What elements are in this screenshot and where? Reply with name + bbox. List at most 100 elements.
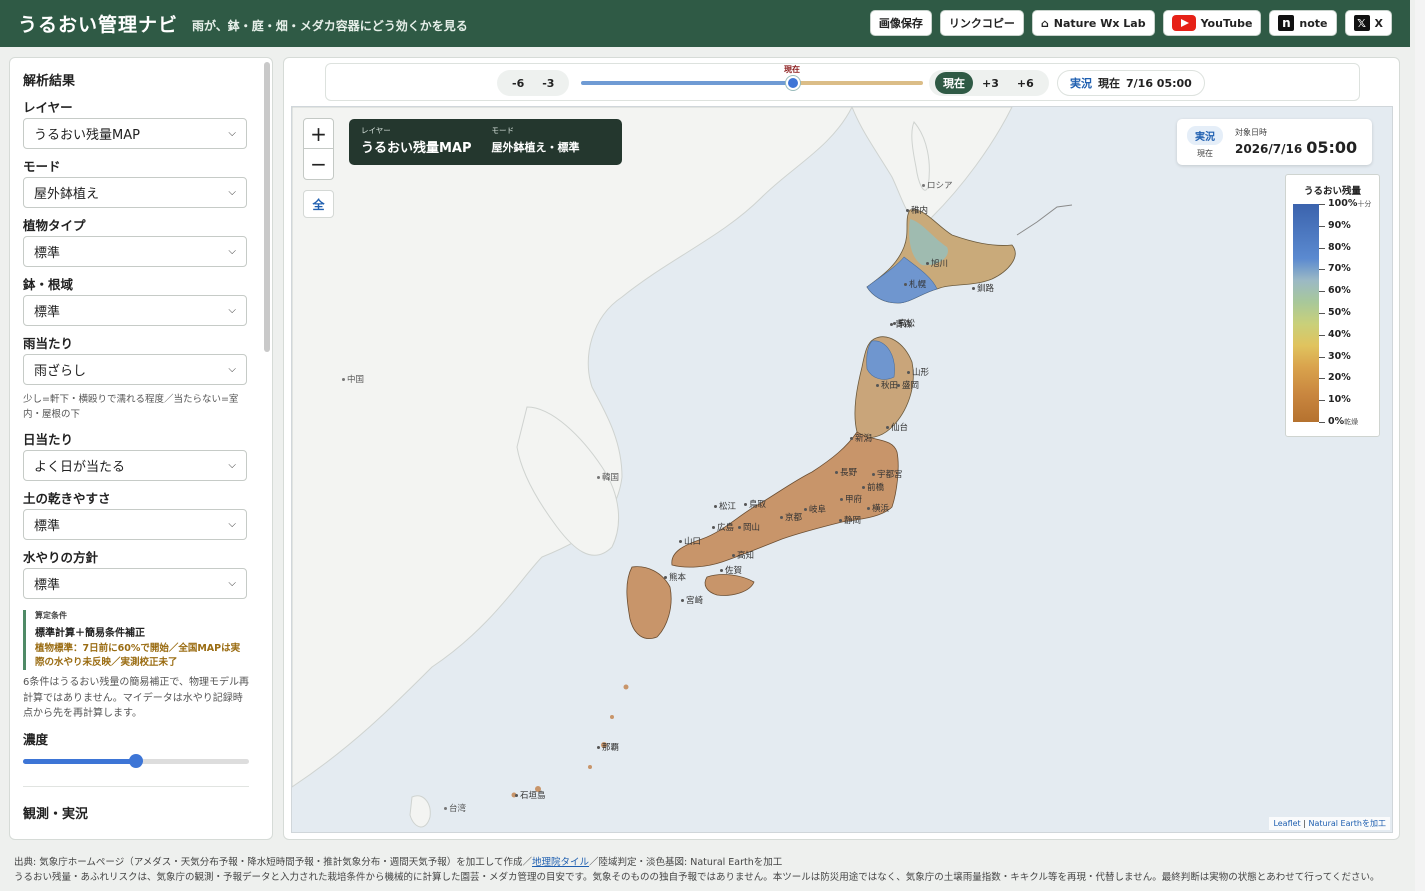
target-date-value: 2026/7/16 [1235, 142, 1303, 156]
legend-item-label: 80% [1328, 241, 1351, 253]
russia-landmass [851, 107, 1013, 224]
time-bar: -6 -3 現在 現在 +3 +6 実況 現在 7/16 05:00 [325, 63, 1360, 101]
sidebar-divider [23, 785, 249, 787]
mode-select[interactable]: 屋外鉢植え ⌵ [23, 177, 247, 208]
footer-source-b: ／陸域判定・淡色基図: Natural Earthを加工 [589, 857, 783, 868]
city-label: 甲府 [840, 493, 862, 505]
city-label: 石垣島 [515, 789, 546, 801]
chevron-down-icon: ⌵ [228, 246, 236, 257]
legend-item-label: 10% [1328, 394, 1351, 406]
time-status: 実況 現在 7/16 05:00 [1057, 70, 1205, 96]
home-icon: ⌂ [1040, 16, 1049, 30]
x-label: X [1374, 16, 1383, 30]
legend-item: 90% [1328, 220, 1351, 231]
time-back-group: -6 -3 [497, 70, 570, 96]
kuril-islands [1016, 204, 1073, 236]
chevron-down-icon: ⌵ [228, 187, 236, 198]
time-slider-past [581, 81, 794, 85]
time-slider-handle[interactable] [786, 76, 801, 90]
city-label: 長野 [835, 466, 857, 478]
pot-select[interactable]: 標準 ⌵ [23, 295, 247, 326]
app-header: うるおい管理ナビ 雨が、鉢・庭・畑・メダカ容器にどう効くかを見る 画像保存 リン… [0, 0, 1410, 47]
density-slider[interactable] [23, 753, 249, 768]
note-icon: n [1278, 15, 1295, 31]
page-scrollbar[interactable] [1415, 0, 1425, 891]
soil-dryness-select-value: 標準 [34, 519, 61, 534]
city-label: 札幌 [904, 278, 926, 290]
youtube-label: YouTube [1200, 16, 1253, 30]
plant-type-select[interactable]: 標準 ⌵ [23, 236, 247, 267]
city-label: 旭川 [926, 257, 948, 269]
plant-type-label: 植物タイプ [23, 218, 86, 233]
sidebar-scrollbar[interactable] [264, 62, 270, 352]
time-minus-3-button[interactable]: -3 [533, 77, 563, 90]
layer-select-value: うるおい残量MAP [34, 128, 140, 143]
youtube-button[interactable]: YouTube [1162, 10, 1262, 36]
leaflet-link[interactable]: Leaflet [1273, 819, 1300, 828]
footer-source-a: 出典: 気象庁ホームページ（アメダス・天気分布予報・降水短時間予報・推計気象分布… [14, 857, 532, 868]
watering-policy-select[interactable]: 標準 ⌵ [23, 568, 247, 599]
soil-dryness-label: 土の乾きやすさ [23, 491, 111, 506]
nature-wx-lab-button[interactable]: ⌂ Nature Wx Lab [1031, 10, 1155, 36]
sidebar: 解析結果 レイヤー うるおい残量MAP ⌵ モード 屋外鉢植え ⌵ 植物タイプ 標準… [9, 57, 273, 840]
city-label: 静岡 [839, 514, 861, 526]
city-label: 高知 [732, 549, 754, 561]
legend-item: 60% [1328, 285, 1351, 296]
mode-info-key: モード [491, 126, 515, 135]
legend-tick [1319, 400, 1325, 402]
chevron-down-icon: ⌵ [228, 578, 236, 589]
sunlight-label: 日当たり [23, 432, 74, 447]
map[interactable]: + − 全 レイヤー うるおい残量MAP モード 屋外鉢植え・標準 実況 現在 … [291, 106, 1393, 833]
correction-info: 6条件はうるおい残量の簡易補正で、物理モデル再計算ではありません。マイデータは水… [23, 677, 249, 719]
time-now-button[interactable]: 現在 [935, 72, 973, 94]
youtube-icon [1171, 15, 1196, 31]
note-button[interactable]: n note [1269, 10, 1337, 36]
save-image-button[interactable]: 画像保存 [869, 10, 932, 36]
density-handle[interactable] [129, 753, 143, 768]
city-label: 宮崎 [681, 594, 703, 606]
show-all-button[interactable]: 全 [303, 190, 334, 218]
date-status-pill: 実況 [1187, 125, 1223, 145]
layer-select[interactable]: うるおい残量MAP ⌵ [23, 118, 247, 149]
mode-label: モード [23, 159, 61, 174]
legend-item-label: 60% [1328, 285, 1351, 297]
time-minus-6-button[interactable]: -6 [503, 77, 533, 90]
calc-warning: 植物標準：7日前に60%で開始／全国MAPは実際の水やり未反映／実測校正未了 [35, 643, 241, 668]
header-buttons: 画像保存 リンクコピー ⌂ Nature Wx Lab YouTube n no… [869, 10, 1392, 36]
target-time-value: 05:00 [1306, 138, 1358, 157]
sunlight-select[interactable]: よく日が当たる ⌵ [23, 450, 247, 481]
layer-info-value: うるおい残量MAP [361, 141, 472, 156]
time-forward-group: 現在 +3 +6 [929, 70, 1049, 96]
legend-item-label: 0% [1328, 416, 1345, 427]
city-label: 仙台 [886, 421, 908, 433]
time-plus-3-button[interactable]: +3 [973, 77, 1008, 90]
calc-title: 標準計算＋簡易条件補正 [35, 628, 145, 639]
chevron-down-icon: ⌵ [228, 519, 236, 530]
rain-exposure-select[interactable]: 雨ざらし ⌵ [23, 354, 247, 385]
watering-policy-label: 水やりの方針 [23, 550, 99, 565]
time-slider[interactable] [581, 76, 923, 90]
city-label: 松江 [714, 500, 736, 512]
legend-item: 0%乾燥 [1328, 416, 1358, 427]
soil-dryness-select[interactable]: 標準 ⌵ [23, 509, 247, 540]
legend-item-note: 乾燥 [1344, 418, 1359, 426]
zoom-in-button[interactable]: + [304, 119, 333, 149]
legend-item-label: 100% [1328, 198, 1358, 209]
pot-label: 鉢・根域 [23, 277, 74, 292]
time-plus-6-button[interactable]: +6 [1008, 77, 1043, 90]
zoom-out-button[interactable]: − [304, 149, 333, 179]
watering-policy-select-value: 標準 [34, 578, 61, 593]
observation-section-title[interactable]: 観測・実況 [23, 803, 260, 822]
island-2 [610, 715, 614, 719]
time-status-now: 現在 [1098, 77, 1120, 90]
copy-link-button[interactable]: リンクコピー [939, 10, 1024, 36]
city-label: 宇都宮 [872, 468, 903, 480]
main-panel: -6 -3 現在 現在 +3 +6 実況 現在 7/16 05:00 + − 全… [283, 57, 1400, 840]
legend-item: 40% [1328, 329, 1351, 340]
chevron-down-icon: ⌵ [228, 128, 236, 139]
x-button[interactable]: 𝕏 X [1344, 10, 1392, 36]
sunlight-select-value: よく日が当たる [34, 460, 126, 475]
time-status-time: 7/16 05:00 [1126, 76, 1192, 90]
gsi-tile-link[interactable]: 地理院タイル [532, 857, 589, 868]
natural-earth-link[interactable]: Natural Earthを加工 [1308, 819, 1386, 828]
